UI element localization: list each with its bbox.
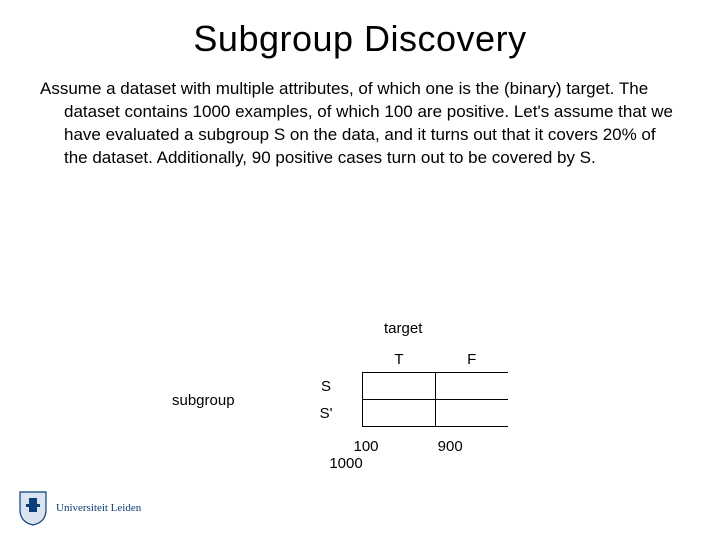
slide: Subgroup Discovery Assume a dataset with… <box>0 0 720 540</box>
col-header-f: F <box>436 346 509 373</box>
total-n: 1000 <box>310 455 382 472</box>
total-f: 900 <box>414 438 486 455</box>
contingency-table: T F S S' <box>290 346 508 427</box>
target-label: target <box>384 320 422 337</box>
body-paragraph: Assume a dataset with multiple attribute… <box>40 78 680 170</box>
affiliation-logo: Universiteit Leiden <box>18 490 141 526</box>
affiliation-text: Universiteit Leiden <box>56 502 141 514</box>
slide-title: Subgroup Discovery <box>0 0 720 60</box>
row-header-sc: S' <box>290 400 363 427</box>
subgroup-label: subgroup <box>172 392 235 409</box>
cell-sc-f <box>436 400 509 427</box>
column-totals: 100 900 1000 <box>290 438 580 472</box>
total-t: 100 <box>330 438 402 455</box>
cell-sc-t <box>363 400 436 427</box>
crest-icon <box>18 490 48 526</box>
slide-body: Assume a dataset with multiple attribute… <box>0 60 720 170</box>
cell-s-f <box>436 373 509 400</box>
col-header-t: T <box>363 346 436 373</box>
row-header-s: S <box>290 373 363 400</box>
cell-s-t <box>363 373 436 400</box>
corner-cell <box>290 346 363 373</box>
